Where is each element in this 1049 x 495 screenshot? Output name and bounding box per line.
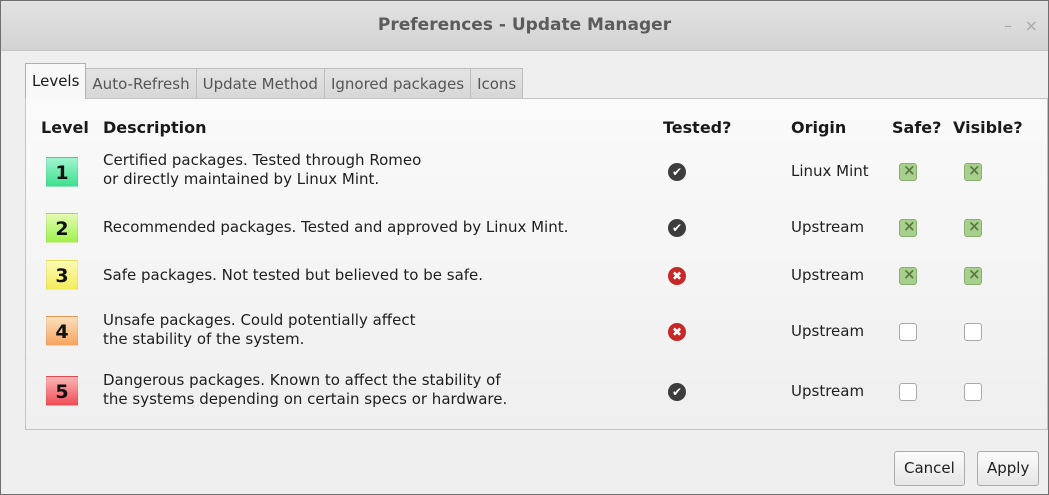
level-badge: 3 [46, 260, 78, 290]
visible-checkbox[interactable] [964, 383, 982, 401]
table-row[interactable]: 5 Dangerous packages. Known to affect th… [1, 367, 1049, 417]
origin-label: Upstream [791, 218, 865, 236]
window-title: Preferences - Update Manager [377, 15, 672, 35]
check-circle-icon: ✔ [668, 383, 686, 401]
table-row[interactable]: 3 Safe packages. Not tested but believed… [1, 251, 1049, 301]
safe-checkbox[interactable] [899, 265, 917, 285]
table-row[interactable]: 2 Recommended packages. Tested and appro… [1, 203, 1049, 253]
column-header-description[interactable]: Description [103, 118, 206, 137]
level-badge: 2 [46, 213, 78, 243]
description-line: the stability of the system. [103, 330, 305, 348]
column-header-visible[interactable]: Visible? [953, 118, 1023, 137]
level-description: Certified packages. Tested through Romeo… [103, 151, 421, 189]
description-line: or directly maintained by Linux Mint. [103, 170, 380, 188]
table-row[interactable]: 4 Unsafe packages. Could potentially aff… [1, 307, 1049, 357]
origin-label: Upstream [791, 266, 865, 284]
level-description: Safe packages. Not tested but believed t… [103, 266, 483, 285]
tab-update-method[interactable]: Update Method [195, 68, 325, 99]
cross-circle-icon: ✖ [668, 267, 686, 285]
preferences-window: Preferences - Update Manager – × Levels … [0, 0, 1049, 495]
level-badge: 5 [46, 376, 78, 406]
safe-checkbox[interactable] [899, 383, 917, 401]
apply-button[interactable]: Apply [977, 451, 1040, 486]
origin-label: Linux Mint [791, 162, 869, 180]
description-line: Certified packages. Tested through Romeo [103, 151, 422, 169]
check-circle-icon: ✔ [668, 163, 686, 181]
tab-ignored-packages[interactable]: Ignored packages [323, 68, 472, 99]
tab-icons[interactable]: Icons [470, 68, 524, 99]
table-row[interactable]: 1 Certified packages. Tested through Rom… [1, 147, 1049, 197]
cross-circle-icon: ✖ [668, 323, 686, 341]
origin-label: Upstream [791, 382, 865, 400]
title-bar[interactable]: Preferences - Update Manager – × [1, 1, 1048, 51]
column-header-level[interactable]: Level [41, 118, 89, 137]
safe-checkbox[interactable] [899, 161, 917, 181]
level-description: Unsafe packages. Could potentially affec… [103, 311, 415, 349]
close-icon[interactable]: × [1025, 16, 1038, 35]
column-header-origin[interactable]: Origin [791, 118, 846, 137]
check-circle-icon: ✔ [668, 219, 686, 237]
tab-levels[interactable]: Levels [25, 63, 87, 99]
origin-label: Upstream [791, 322, 865, 340]
column-header-safe[interactable]: Safe? [892, 118, 941, 137]
level-description: Recommended packages. Tested and approve… [103, 218, 568, 237]
visible-checkbox[interactable] [964, 323, 982, 341]
level-badge: 1 [46, 157, 78, 187]
description-line: Dangerous packages. Known to affect the … [103, 371, 501, 389]
safe-checkbox[interactable] [899, 217, 917, 237]
level-description: Dangerous packages. Known to affect the … [103, 371, 507, 409]
visible-checkbox[interactable] [964, 265, 982, 285]
column-header-tested[interactable]: Tested? [663, 118, 731, 137]
description-line: Safe packages. Not tested but believed t… [103, 266, 484, 284]
description-line: Recommended packages. Tested and approve… [103, 218, 569, 236]
safe-checkbox[interactable] [899, 323, 917, 341]
minimize-icon[interactable]: – [1004, 16, 1012, 35]
description-line: the systems depending on certain specs o… [103, 390, 508, 408]
tab-auto-refresh[interactable]: Auto-Refresh [85, 68, 197, 99]
description-line: Unsafe packages. Could potentially affec… [103, 311, 416, 329]
tab-bar: Levels Auto-Refresh Update Method Ignore… [25, 63, 524, 99]
cancel-button[interactable]: Cancel [894, 451, 965, 486]
level-badge: 4 [46, 316, 78, 346]
visible-checkbox[interactable] [964, 217, 982, 237]
visible-checkbox[interactable] [964, 161, 982, 181]
